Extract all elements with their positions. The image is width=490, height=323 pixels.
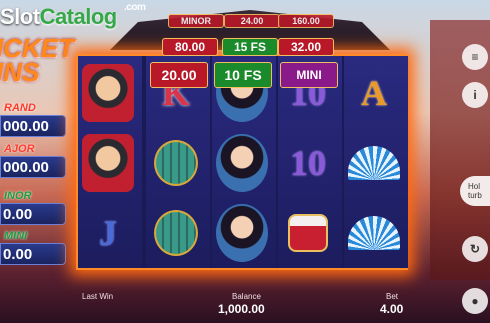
prize-tab-minor: MINOR xyxy=(168,14,224,28)
prize-tab-20: 20.00 xyxy=(150,62,208,88)
prize-tab-mini: MINI xyxy=(280,62,338,88)
prize-tab-15fs: 15 FS xyxy=(222,38,278,56)
symbol-fan xyxy=(344,200,404,266)
symbol-man xyxy=(78,130,138,196)
balance-value: 1,000.00 xyxy=(218,302,265,316)
bottom-status-bar: Last Win Balance 1,000.00 Bet 4.00 xyxy=(0,288,490,323)
symbol-woman xyxy=(212,200,272,266)
lantern-icon xyxy=(154,140,198,186)
fan-icon xyxy=(348,216,400,250)
last-win-label: Last Win xyxy=(82,292,114,301)
slotcatalog-logo: SlotCatalog .com xyxy=(0,2,146,29)
prize-tab-160: 160.00 xyxy=(278,14,334,28)
prize-tab-24: 24.00 xyxy=(224,14,280,28)
fan-icon xyxy=(348,146,400,180)
game-title: ICKET INS xyxy=(0,33,74,87)
menu-icon[interactable]: ≡ xyxy=(462,44,488,70)
symbol-woman xyxy=(212,130,272,196)
woman-face-icon xyxy=(216,204,268,262)
symbol-fan xyxy=(344,130,404,196)
reel-1: J xyxy=(78,56,142,268)
reel-5: A xyxy=(344,56,408,268)
prize-tab-32: 32.00 xyxy=(278,38,334,56)
symbol-man xyxy=(78,60,138,126)
prize-tab-10fs: 10 FS xyxy=(214,62,272,88)
major-jackpot: AJOR 000.00 xyxy=(0,143,66,178)
woman-face-icon xyxy=(216,134,268,192)
symbol-10: 10 xyxy=(290,143,326,183)
mini-jackpot: MINI 0.00 xyxy=(0,230,66,265)
drum-icon xyxy=(288,214,328,252)
prize-tab-80: 80.00 xyxy=(162,38,218,56)
symbol-j: J xyxy=(99,213,117,253)
minor-jackpot: INOR 0.00 xyxy=(0,190,66,225)
symbol-drum xyxy=(278,200,338,266)
bet-label: Bet xyxy=(386,292,399,301)
symbol-lantern xyxy=(146,200,206,266)
man-face-icon xyxy=(82,134,134,192)
lantern-icon xyxy=(154,210,198,256)
grand-jackpot: RAND 000.00 xyxy=(0,102,66,137)
autoplay-icon[interactable]: ↻ xyxy=(462,236,488,262)
bet-value[interactable]: 4.00 xyxy=(380,302,403,316)
symbol-lantern xyxy=(146,130,206,196)
balance-label: Balance xyxy=(232,292,261,301)
hold-turbo-hint[interactable]: Hol turb xyxy=(460,176,490,206)
man-face-icon xyxy=(82,64,134,122)
info-icon[interactable]: i xyxy=(462,82,488,108)
symbol-a: A xyxy=(361,73,387,113)
